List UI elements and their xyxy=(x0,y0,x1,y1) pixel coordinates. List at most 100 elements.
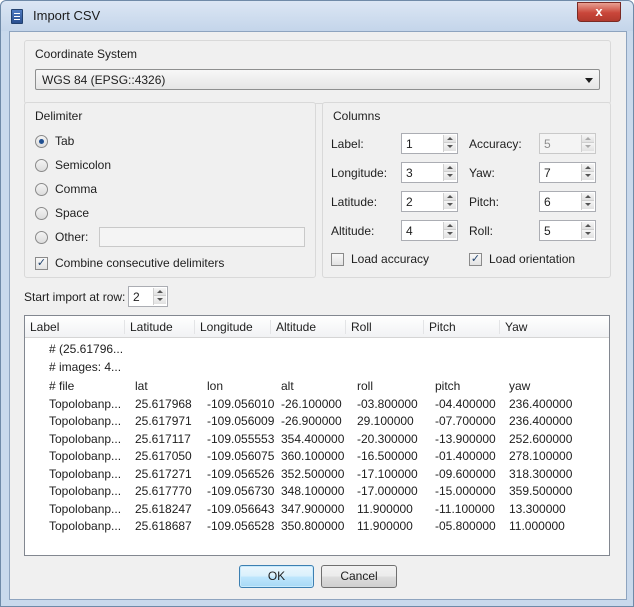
column-header-yaw[interactable]: Yaw xyxy=(500,320,609,334)
load-accuracy-checkbox[interactable] xyxy=(331,253,344,266)
close-button[interactable]: x xyxy=(577,2,621,22)
spin-up-icon[interactable] xyxy=(582,135,594,143)
column-header-roll[interactable]: Roll xyxy=(346,320,424,334)
table-cell: 360.100000 xyxy=(281,449,345,463)
spin-up-icon[interactable] xyxy=(582,164,594,172)
table-cell: -20.300000 xyxy=(357,431,418,446)
spin-up-icon[interactable] xyxy=(444,222,456,230)
other-delimiter-input[interactable] xyxy=(99,227,305,247)
spin-down-icon[interactable] xyxy=(444,143,456,151)
table-row[interactable]: Topolobanp... 25.617050 -109.056075 360.100… xyxy=(25,448,609,465)
spin-up-icon[interactable] xyxy=(582,193,594,201)
latitude-column-spinner[interactable]: 2 xyxy=(401,191,458,212)
window-title: Import CSV xyxy=(33,8,101,23)
spin-down-icon[interactable] xyxy=(582,143,594,151)
table-cell: 236.400000 xyxy=(509,414,573,428)
spin-up-icon[interactable] xyxy=(582,222,594,230)
ok-button[interactable]: OK xyxy=(239,565,314,588)
table-cell: # file xyxy=(49,379,75,393)
radio-other[interactable] xyxy=(35,231,48,244)
table-cell: 350.800000 xyxy=(281,519,345,533)
preview-table[interactable]: Label Latitude Longitude Altitude Roll P… xyxy=(24,315,610,556)
spin-down-icon[interactable] xyxy=(444,230,456,238)
table-cell: -16.500000 xyxy=(357,449,418,463)
radio-tab[interactable] xyxy=(35,135,48,148)
column-header-pitch[interactable]: Pitch xyxy=(424,320,500,334)
comment-line: # (25.61796... xyxy=(49,342,124,356)
load-orientation-checkbox[interactable]: ✓ xyxy=(469,253,482,266)
load-orientation-label: Load orientation xyxy=(489,252,576,266)
column-header-altitude[interactable]: Altitude xyxy=(271,320,346,334)
label-column-value: 1 xyxy=(406,137,413,151)
spin-down-icon[interactable] xyxy=(582,201,594,209)
column-header-longitude[interactable]: Longitude xyxy=(195,320,271,334)
table-cell: 359.500000 xyxy=(509,484,573,498)
import-csv-dialog: Import CSV x Coordinate System WGS 84 (E… xyxy=(0,0,634,607)
table-cell: 25.617968 xyxy=(135,396,192,411)
longitude-column-spinner[interactable]: 3 xyxy=(401,162,458,183)
table-row[interactable]: # file lat lon alt roll pitch yaw xyxy=(25,378,609,395)
coordinate-system-select[interactable]: WGS 84 (EPSG::4326) xyxy=(35,69,600,90)
combine-delimiters-checkbox[interactable]: ✓ xyxy=(35,257,48,270)
table-cell: 352.500000 xyxy=(281,466,345,481)
yaw-column-spinner[interactable]: 7 xyxy=(539,162,596,183)
columns-label: Columns xyxy=(331,109,383,123)
table-cell: Topolobanp... xyxy=(49,484,122,498)
altitude-column-spinner[interactable]: 4 xyxy=(401,220,458,241)
cancel-button[interactable]: Cancel xyxy=(321,565,397,588)
pitch-column-value: 6 xyxy=(544,195,551,209)
table-cell: 25.617117 xyxy=(135,431,191,446)
table-cell: lat xyxy=(135,379,148,393)
app-icon xyxy=(11,9,23,24)
column-header-latitude[interactable]: Latitude xyxy=(125,320,195,334)
table-row[interactable]: Topolobanp... 25.618687 -109.056528 350.800… xyxy=(25,518,609,535)
table-row[interactable]: Topolobanp... 25.617971 -109.056009 -26.900… xyxy=(25,413,609,430)
table-row[interactable]: Topolobanp... 25.617117 -109.055553 354.400… xyxy=(25,431,609,448)
longitude-column-value: 3 xyxy=(406,166,413,180)
table-cell: 25.617770 xyxy=(135,484,192,498)
table-cell: 25.618687 xyxy=(135,519,192,533)
label-column-spinner[interactable]: 1 xyxy=(401,133,458,154)
spin-up-icon[interactable] xyxy=(154,288,166,296)
table-cell: roll xyxy=(357,379,374,393)
table-row[interactable]: Topolobanp... 25.618247 -109.056643 347.900… xyxy=(25,501,609,518)
spin-up-icon[interactable] xyxy=(444,193,456,201)
pitch-column-caption: Pitch: xyxy=(469,195,500,209)
table-cell: Topolobanp... xyxy=(49,449,122,463)
delimiter-group: Delimiter Tab Semicolon Comma Space Othe… xyxy=(24,102,316,278)
spin-down-icon[interactable] xyxy=(154,296,166,304)
radio-other-label: Other: xyxy=(55,230,89,244)
table-cell: -09.600000 xyxy=(435,466,496,481)
accuracy-column-spinner[interactable]: 5 xyxy=(539,133,596,154)
table-cell: -109.056526 xyxy=(207,466,275,481)
radio-comma-label: Comma xyxy=(55,182,98,196)
table-cell: 11.900000 xyxy=(357,501,413,516)
title-bar[interactable]: Import CSV x xyxy=(1,1,633,31)
radio-semicolon[interactable] xyxy=(35,159,48,172)
table-cell: 278.100000 xyxy=(509,449,573,463)
spin-up-icon[interactable] xyxy=(444,164,456,172)
table-cell: 11.900000 xyxy=(357,519,413,533)
pitch-column-spinner[interactable]: 6 xyxy=(539,191,596,212)
table-cell: 11.000000 xyxy=(509,519,565,533)
table-cell: -17.000000 xyxy=(357,484,418,498)
radio-space[interactable] xyxy=(35,207,48,220)
table-cell: -11.100000 xyxy=(435,501,495,516)
table-row[interactable]: Topolobanp... 25.617968 -109.056010 -26.100… xyxy=(25,396,609,413)
table-row[interactable]: Topolobanp... 25.617770 -109.056730 348.100… xyxy=(25,483,609,500)
radio-comma[interactable] xyxy=(35,183,48,196)
table-cell: 347.900000 xyxy=(281,501,345,516)
start-row-spinner[interactable]: 2 xyxy=(128,286,168,307)
label-column-caption: Label: xyxy=(331,137,364,151)
table-row[interactable]: Topolobanp... 25.617271 -109.056526 352.500… xyxy=(25,466,609,483)
column-header-label[interactable]: Label xyxy=(25,320,125,334)
coordinate-system-group: Coordinate System WGS 84 (EPSG::4326) xyxy=(24,40,611,104)
roll-column-spinner[interactable]: 5 xyxy=(539,220,596,241)
spin-down-icon[interactable] xyxy=(444,172,456,180)
spin-up-icon[interactable] xyxy=(444,135,456,143)
accuracy-column-caption: Accuracy: xyxy=(469,137,522,151)
spin-down-icon[interactable] xyxy=(582,230,594,238)
latitude-column-value: 2 xyxy=(406,195,413,209)
spin-down-icon[interactable] xyxy=(582,172,594,180)
spin-down-icon[interactable] xyxy=(444,201,456,209)
